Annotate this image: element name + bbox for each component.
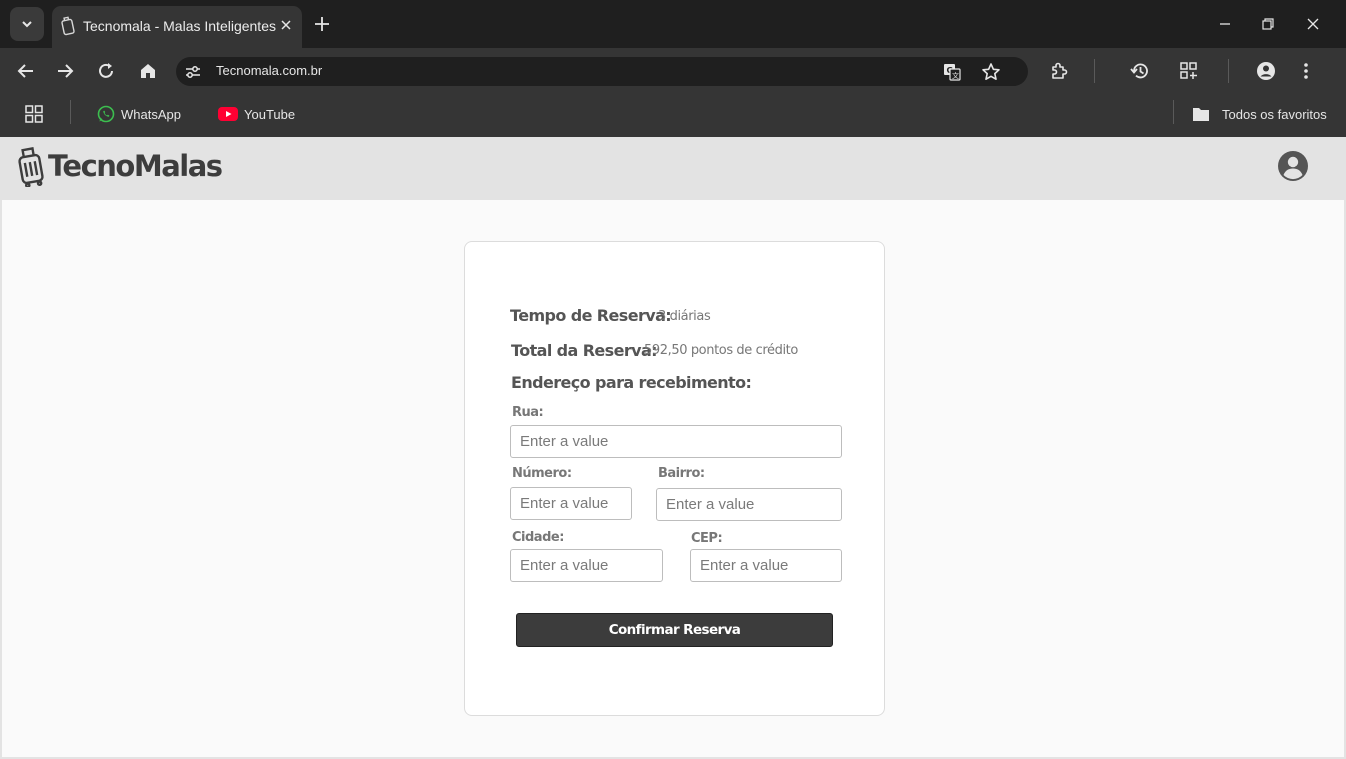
minimize-button[interactable] [1215, 14, 1235, 34]
close-tab-icon[interactable] [278, 17, 294, 33]
back-button[interactable] [15, 60, 37, 82]
bookmark-star-icon[interactable] [980, 61, 1002, 83]
close-window-button[interactable] [1303, 14, 1323, 34]
bookmarks-divider [70, 100, 71, 124]
reservation-total-label: Total da Reserva: [511, 341, 658, 360]
all-bookmarks-button[interactable]: Todos os favoritos [1192, 103, 1327, 125]
bookmark-youtube[interactable]: YouTube [218, 103, 295, 125]
tab-strip: Tecnomala - Malas Inteligentes [0, 0, 1346, 48]
new-tab-button[interactable] [312, 14, 332, 34]
tab-groups-button[interactable] [1178, 60, 1200, 82]
profile-icon [1257, 62, 1275, 80]
reservation-total-value: 592,50 pontos de crédito [644, 343, 798, 358]
bookmarks-divider [1173, 100, 1174, 124]
close-icon [1307, 18, 1319, 30]
apps-button[interactable] [24, 103, 44, 125]
bookmark-whatsapp[interactable]: WhatsApp [97, 103, 181, 125]
site-logo[interactable]: TecnoMalas [16, 145, 223, 187]
bairro-label: Bairro: [658, 466, 705, 481]
reload-button[interactable] [95, 60, 117, 82]
reload-icon [99, 63, 113, 78]
profile-button[interactable] [1255, 60, 1277, 82]
restore-icon [1262, 18, 1274, 30]
menu-button[interactable] [1295, 60, 1317, 82]
address-bar[interactable]: Tecnomala.com.br G文 [176, 57, 1028, 86]
confirm-reservation-button[interactable]: Confirmar Reserva [516, 613, 833, 647]
restore-button[interactable] [1258, 14, 1278, 34]
cidade-label: Cidade: [512, 530, 564, 545]
user-account-icon[interactable] [1277, 150, 1309, 182]
forward-button[interactable] [54, 60, 76, 82]
tab-search-button[interactable] [10, 7, 44, 41]
history-button[interactable] [1129, 60, 1151, 82]
toolbar-divider [1094, 59, 1095, 83]
reservation-time-label: Tempo de Reserva: [510, 306, 672, 325]
arrow-right-icon [58, 64, 74, 78]
bookmark-whatsapp-label: WhatsApp [121, 106, 181, 122]
qr-grid-icon [1180, 62, 1197, 79]
apps-grid-icon [25, 105, 43, 123]
address-heading: Endereço para recebimento: [511, 373, 752, 392]
suitcase-logo-icon [18, 147, 44, 187]
puzzle-icon [1052, 62, 1068, 79]
all-bookmarks-label: Todos os favoritos [1222, 106, 1327, 122]
chevron-down-icon [22, 21, 32, 28]
site-header: TecnoMalas [0, 137, 1346, 200]
arrow-left-icon [17, 64, 33, 78]
site-settings-icon[interactable] [182, 61, 204, 83]
home-icon [141, 64, 155, 78]
cep-input[interactable] [690, 549, 842, 582]
url-text: Tecnomala.com.br [216, 63, 323, 78]
translate-icon[interactable]: G文 [941, 61, 963, 83]
whatsapp-icon [97, 105, 115, 123]
bookmark-youtube-label: YouTube [244, 106, 296, 122]
bookmarks-bar: WhatsApp YouTube Todos os favoritos [0, 94, 1346, 137]
minimize-icon [1220, 23, 1230, 25]
youtube-icon [218, 107, 238, 121]
folder-icon [1193, 108, 1209, 121]
rua-label: Rua: [512, 405, 544, 420]
reservation-time-value: 3 diárias [658, 309, 711, 324]
reservation-card: Tempo de Reserva: 3 diárias Total da Res… [464, 241, 885, 716]
home-button[interactable] [137, 60, 159, 82]
active-tab[interactable]: Tecnomala - Malas Inteligentes [52, 6, 302, 48]
cidade-input[interactable] [510, 549, 663, 582]
history-icon [1130, 63, 1148, 79]
bairro-input[interactable] [656, 488, 842, 521]
logo-text: TecnoMalas [48, 149, 223, 183]
rua-input[interactable] [510, 425, 842, 458]
suitcase-favicon-icon [61, 16, 75, 36]
tab-title: Tecnomala - Malas Inteligentes [83, 18, 276, 34]
cep-label: CEP: [691, 531, 723, 546]
kebab-menu-icon [1304, 63, 1308, 79]
svg-text:文: 文 [952, 71, 959, 80]
plus-icon [315, 17, 329, 31]
numero-input[interactable] [510, 487, 632, 520]
toolbar-divider [1228, 59, 1229, 83]
extensions-button[interactable] [1048, 60, 1070, 82]
numero-label: Número: [512, 466, 572, 481]
